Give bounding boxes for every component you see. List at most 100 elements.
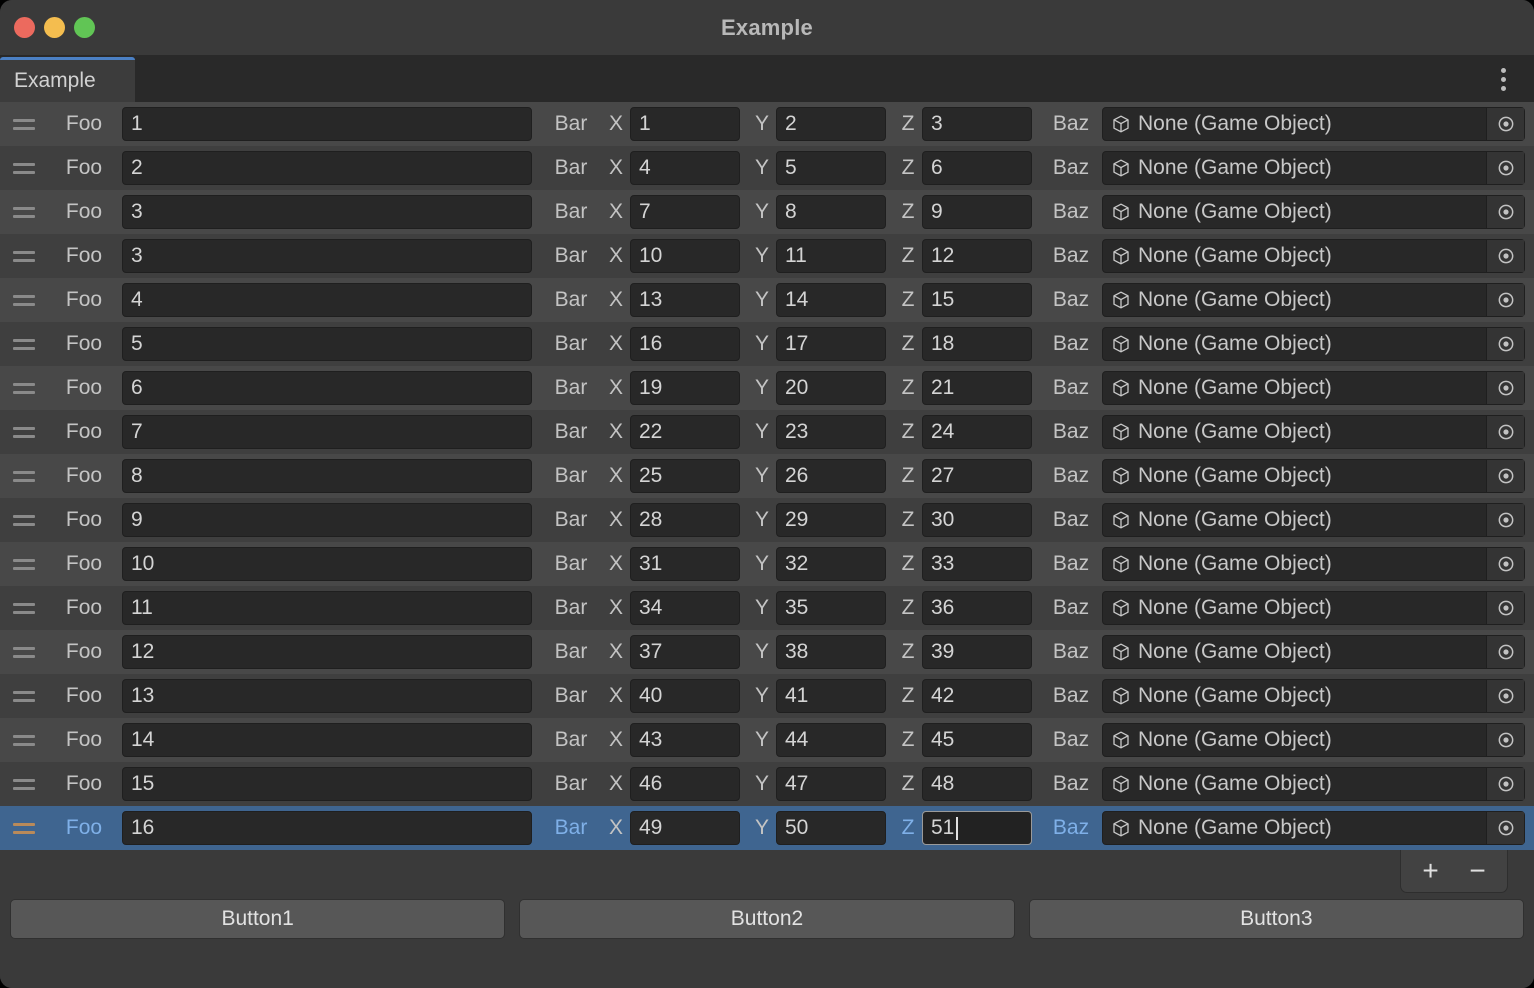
y-input[interactable]: 11 [776, 239, 886, 273]
drag-handle-icon[interactable] [2, 295, 46, 306]
x-input[interactable]: 46 [630, 767, 740, 801]
drag-handle-icon[interactable] [2, 823, 46, 834]
target-picker-icon[interactable] [1486, 460, 1524, 492]
drag-handle-icon[interactable] [2, 691, 46, 702]
maximize-window-button[interactable] [74, 17, 95, 38]
baz-object-field[interactable]: None (Game Object) [1102, 459, 1525, 493]
baz-object-field[interactable]: None (Game Object) [1102, 811, 1525, 845]
x-input[interactable]: 22 [630, 415, 740, 449]
baz-object-field[interactable]: None (Game Object) [1102, 327, 1525, 361]
button1[interactable]: Button1 [10, 899, 505, 939]
x-input[interactable]: 31 [630, 547, 740, 581]
kebab-menu-icon[interactable] [1490, 63, 1516, 95]
table-row[interactable]: Foo8BarX25Y26Z27BazNone (Game Object) [0, 454, 1534, 498]
z-input[interactable]: 24 [922, 415, 1032, 449]
z-input[interactable]: 21 [922, 371, 1032, 405]
drag-handle-icon[interactable] [2, 647, 46, 658]
y-input[interactable]: 44 [776, 723, 886, 757]
y-input[interactable]: 41 [776, 679, 886, 713]
target-picker-icon[interactable] [1486, 196, 1524, 228]
x-input[interactable]: 25 [630, 459, 740, 493]
x-input[interactable]: 37 [630, 635, 740, 669]
drag-handle-icon[interactable] [2, 163, 46, 174]
z-input[interactable]: 18 [922, 327, 1032, 361]
foo-input[interactable]: 9 [122, 503, 532, 537]
minimize-window-button[interactable] [44, 17, 65, 38]
y-input[interactable]: 5 [776, 151, 886, 185]
foo-input[interactable]: 15 [122, 767, 532, 801]
y-input[interactable]: 23 [776, 415, 886, 449]
z-input[interactable]: 27 [922, 459, 1032, 493]
drag-handle-icon[interactable] [2, 471, 46, 482]
z-input[interactable]: 39 [922, 635, 1032, 669]
drag-handle-icon[interactable] [2, 383, 46, 394]
add-item-button[interactable]: + [1412, 853, 1450, 889]
x-input[interactable]: 40 [630, 679, 740, 713]
foo-input[interactable]: 5 [122, 327, 532, 361]
foo-input[interactable]: 4 [122, 283, 532, 317]
baz-object-field[interactable]: None (Game Object) [1102, 547, 1525, 581]
target-picker-icon[interactable] [1486, 636, 1524, 668]
y-input[interactable]: 2 [776, 107, 886, 141]
drag-handle-icon[interactable] [2, 735, 46, 746]
y-input[interactable]: 50 [776, 811, 886, 845]
baz-object-field[interactable]: None (Game Object) [1102, 151, 1525, 185]
z-input[interactable]: 3 [922, 107, 1032, 141]
z-input[interactable]: 9 [922, 195, 1032, 229]
x-input[interactable]: 49 [630, 811, 740, 845]
z-input[interactable]: 51 [922, 811, 1032, 845]
tab-example[interactable]: Example [0, 57, 135, 102]
z-input[interactable]: 6 [922, 151, 1032, 185]
foo-input[interactable]: 8 [122, 459, 532, 493]
z-input[interactable]: 36 [922, 591, 1032, 625]
target-picker-icon[interactable] [1486, 240, 1524, 272]
z-input[interactable]: 30 [922, 503, 1032, 537]
table-row[interactable]: Foo13BarX40Y41Z42BazNone (Game Object) [0, 674, 1534, 718]
table-row[interactable]: Foo10BarX31Y32Z33BazNone (Game Object) [0, 542, 1534, 586]
target-picker-icon[interactable] [1486, 504, 1524, 536]
baz-object-field[interactable]: None (Game Object) [1102, 239, 1525, 273]
y-input[interactable]: 17 [776, 327, 886, 361]
target-picker-icon[interactable] [1486, 284, 1524, 316]
target-picker-icon[interactable] [1486, 812, 1524, 844]
foo-input[interactable]: 3 [122, 239, 532, 273]
y-input[interactable]: 32 [776, 547, 886, 581]
remove-item-button[interactable]: − [1459, 853, 1497, 889]
y-input[interactable]: 35 [776, 591, 886, 625]
x-input[interactable]: 19 [630, 371, 740, 405]
baz-object-field[interactable]: None (Game Object) [1102, 195, 1525, 229]
target-picker-icon[interactable] [1486, 416, 1524, 448]
y-input[interactable]: 20 [776, 371, 886, 405]
button3[interactable]: Button3 [1029, 899, 1524, 939]
table-row[interactable]: Foo9BarX28Y29Z30BazNone (Game Object) [0, 498, 1534, 542]
foo-input[interactable]: 3 [122, 195, 532, 229]
drag-handle-icon[interactable] [2, 339, 46, 350]
table-row[interactable]: Foo5BarX16Y17Z18BazNone (Game Object) [0, 322, 1534, 366]
baz-object-field[interactable]: None (Game Object) [1102, 415, 1525, 449]
table-row[interactable]: Foo7BarX22Y23Z24BazNone (Game Object) [0, 410, 1534, 454]
z-input[interactable]: 12 [922, 239, 1032, 273]
x-input[interactable]: 10 [630, 239, 740, 273]
foo-input[interactable]: 7 [122, 415, 532, 449]
baz-object-field[interactable]: None (Game Object) [1102, 635, 1525, 669]
baz-object-field[interactable]: None (Game Object) [1102, 283, 1525, 317]
table-row[interactable]: Foo15BarX46Y47Z48BazNone (Game Object) [0, 762, 1534, 806]
target-picker-icon[interactable] [1486, 328, 1524, 360]
z-input[interactable]: 48 [922, 767, 1032, 801]
baz-object-field[interactable]: None (Game Object) [1102, 107, 1525, 141]
foo-input[interactable]: 16 [122, 811, 532, 845]
y-input[interactable]: 8 [776, 195, 886, 229]
table-row[interactable]: Foo12BarX37Y38Z39BazNone (Game Object) [0, 630, 1534, 674]
drag-handle-icon[interactable] [2, 251, 46, 262]
target-picker-icon[interactable] [1486, 768, 1524, 800]
table-row[interactable]: Foo1BarX1Y2Z3BazNone (Game Object) [0, 102, 1534, 146]
table-row[interactable]: Foo6BarX19Y20Z21BazNone (Game Object) [0, 366, 1534, 410]
x-input[interactable]: 28 [630, 503, 740, 537]
target-picker-icon[interactable] [1486, 108, 1524, 140]
foo-input[interactable]: 12 [122, 635, 532, 669]
z-input[interactable]: 42 [922, 679, 1032, 713]
foo-input[interactable]: 1 [122, 107, 532, 141]
z-input[interactable]: 15 [922, 283, 1032, 317]
x-input[interactable]: 34 [630, 591, 740, 625]
y-input[interactable]: 14 [776, 283, 886, 317]
